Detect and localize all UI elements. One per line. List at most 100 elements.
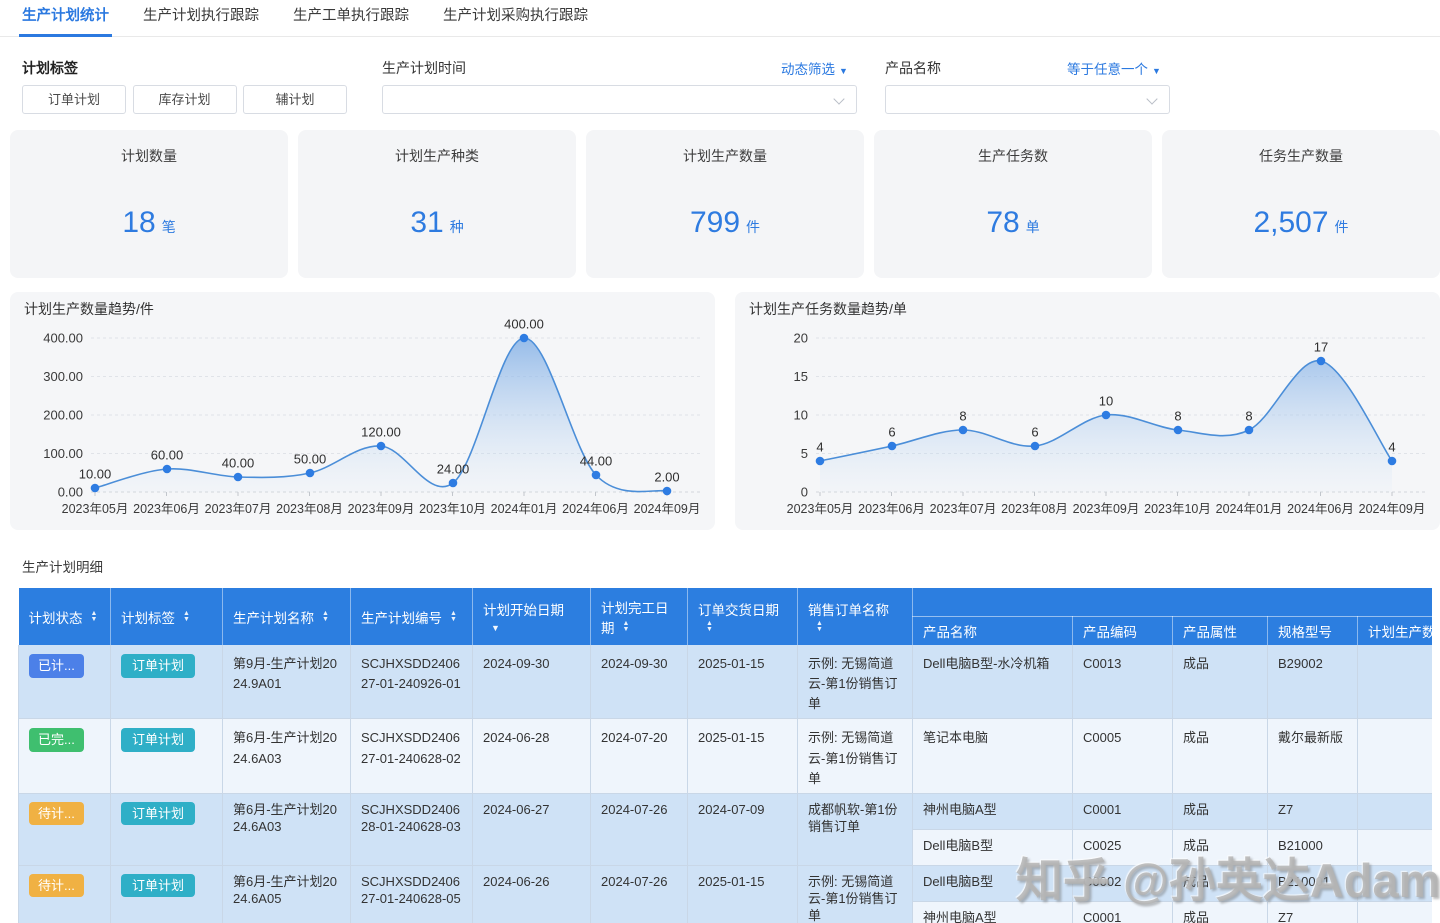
- plan-tag-button-1[interactable]: 库存计划: [132, 85, 237, 114]
- sub-col-header-1[interactable]: 产品编码: [1072, 616, 1173, 645]
- plan-code-cell: SCJHXSDD240628-01-240628-03: [350, 793, 473, 866]
- data-point-label: 8: [1245, 409, 1252, 424]
- plan-tag-cell: 订单计划: [110, 793, 223, 866]
- tab-3[interactable]: 生产计划采购执行跟踪: [443, 0, 588, 36]
- product-attr-cell: 成品: [1172, 645, 1268, 720]
- data-point: [162, 464, 172, 474]
- kpi-card-4: 任务生产数量 2,507 件: [1162, 130, 1440, 278]
- sort-icon[interactable]: ▲ ▼: [322, 610, 329, 623]
- product-filter-mode-link[interactable]: 等于任意一个 ▼: [1067, 58, 1161, 78]
- kpi-unit: 单: [1025, 219, 1040, 235]
- data-point: [1316, 356, 1326, 366]
- sort-desc-icon[interactable]: ▼: [491, 623, 500, 633]
- status-cell: 待计...: [18, 865, 111, 923]
- y-tick-label: 10: [794, 408, 808, 423]
- col-header-1[interactable]: 计划标签 ▲ ▼: [110, 588, 223, 645]
- plan-time-select[interactable]: [382, 85, 857, 114]
- kpi-value: 18 笔: [10, 206, 288, 240]
- plan-qty-cell: [1357, 865, 1432, 902]
- col-header-4[interactable]: 计划开始日期 ▼: [472, 588, 591, 645]
- product-code-cell: C0013: [1072, 645, 1173, 720]
- status-badge: 已完...: [29, 728, 84, 753]
- kpi-card-2: 计划生产数量 799 件: [586, 130, 864, 278]
- col-header-0[interactable]: 计划状态 ▲ ▼: [18, 588, 111, 645]
- time-filter-mode-link[interactable]: 动态筛选 ▼: [781, 58, 848, 78]
- y-tick-label: 5: [801, 446, 808, 461]
- data-point: [448, 478, 458, 488]
- col-header-5[interactable]: 计划完工日期 ▲ ▼: [590, 588, 688, 645]
- col-header-6[interactable]: 订单交货日期 ▲ ▼: [687, 588, 798, 645]
- x-tick-label: 2023年05月: [787, 502, 854, 516]
- product-code-cell: C0002: [1072, 865, 1173, 902]
- col-header-label: 生产计划名称: [233, 610, 314, 626]
- x-tick-label: 2024年01月: [491, 502, 558, 516]
- col-header-7[interactable]: 销售订单名称 ▲ ▼: [797, 588, 913, 645]
- product-name-cell: 神州电脑A型: [912, 901, 1073, 923]
- data-point-label: 6: [1031, 425, 1038, 440]
- col-header-3[interactable]: 生产计划编号 ▲ ▼: [350, 588, 473, 645]
- product-code-cell: C0025: [1072, 829, 1173, 866]
- data-point: [815, 456, 825, 466]
- sort-icon[interactable]: ▲ ▼: [816, 620, 823, 633]
- data-point-label: 50.00: [294, 452, 327, 467]
- data-point: [519, 333, 529, 343]
- sort-icon[interactable]: ▲ ▼: [91, 610, 98, 623]
- plan-tag-cell: 订单计划: [110, 865, 223, 923]
- data-point: [662, 486, 672, 496]
- tab-0[interactable]: 生产计划统计: [19, 0, 112, 37]
- plan-code-cell: SCJHXSDD240627-01-240628-02: [350, 718, 473, 794]
- sort-icon[interactable]: ▲ ▼: [450, 610, 457, 623]
- data-point-label: 400.00: [504, 317, 544, 332]
- plan-detail-table-wrap[interactable]: 计划状态 ▲ ▼ 计划标签 ▲ ▼ 生产计划名称 ▲ ▼ 生产计划编号 ▲ ▼ 计划开始日期▼ 计划完工日…: [18, 588, 1432, 923]
- plan-tag-button-0[interactable]: 订单计划: [22, 85, 126, 114]
- status-cell: 待计...: [18, 793, 111, 866]
- product-name-cell: Dell电脑B型: [912, 865, 1073, 902]
- data-point: [887, 441, 897, 451]
- product-spec-cell: B29002: [1267, 645, 1358, 720]
- plan-name-cell: 第6月-生产计划2024.6A05: [222, 865, 351, 923]
- sub-col-header-2[interactable]: 产品属性: [1172, 616, 1268, 645]
- sales-order-cell: 示例: 无锡简道云-第1份销售订单: [797, 718, 913, 794]
- tab-bar: 生产计划统计 生产计划执行跟踪 生产工单执行跟踪 生产计划采购执行跟踪: [0, 0, 1440, 37]
- plan-qty-cell: [1357, 645, 1432, 720]
- table-row[interactable]: 待计... 订单计划 第6月-生产计划2024.6A05 SCJHXSDD240627…: [18, 865, 1432, 923]
- x-tick-label: 2023年07月: [930, 502, 997, 516]
- product-attr-cell: 成品: [1172, 901, 1268, 923]
- kpi-value: 799 件: [586, 206, 864, 240]
- x-tick-label: 2023年09月: [348, 502, 415, 516]
- data-point-label: 40.00: [222, 456, 255, 471]
- x-tick-label: 2024年06月: [1287, 502, 1354, 516]
- table-row[interactable]: 待计... 订单计划 第6月-生产计划2024.6A03 SCJHXSDD240628…: [18, 793, 1432, 866]
- product-name-cell: 笔记本电脑: [912, 718, 1073, 794]
- x-tick-label: 2024年01月: [1216, 502, 1283, 516]
- sub-col-header-3[interactable]: 规格型号: [1267, 616, 1358, 645]
- product-name-select[interactable]: [885, 85, 1170, 114]
- data-point-label: 6: [888, 425, 895, 440]
- sort-icon[interactable]: ▲ ▼: [183, 610, 190, 623]
- kpi-unit: 件: [1334, 219, 1349, 235]
- kpi-number: 78: [986, 206, 1020, 239]
- chevron-down-icon: [833, 93, 845, 105]
- table-row[interactable]: 已完... 订单计划 第6月-生产计划2024.6A03 SCJHXSDD240627…: [18, 718, 1432, 794]
- data-point: [233, 472, 243, 482]
- plan-tag-button-2[interactable]: 辅计划: [243, 85, 347, 114]
- product-attr-cell: 成品: [1172, 718, 1268, 794]
- kpi-title: 计划数量: [121, 148, 177, 164]
- kpi-unit: 件: [746, 219, 761, 235]
- tab-2[interactable]: 生产工单执行跟踪: [293, 0, 409, 36]
- sort-icon[interactable]: ▲ ▼: [706, 620, 713, 633]
- table-row[interactable]: 已计... 订单计划 第9月-生产计划2024.9A01 SCJHXSDD240627…: [18, 645, 1432, 720]
- plan-tag-badge: 订单计划: [121, 873, 196, 898]
- caret-down-icon: ▼: [1152, 66, 1161, 76]
- kpi-number: 18: [122, 206, 156, 239]
- sub-col-header-4[interactable]: 计划生产数: [1357, 616, 1432, 645]
- sub-col-header-0[interactable]: 产品名称: [912, 616, 1073, 645]
- x-tick-label: 2024年09月: [1359, 502, 1426, 516]
- sort-icon[interactable]: ▲ ▼: [623, 620, 630, 633]
- tab-1[interactable]: 生产计划执行跟踪: [143, 0, 259, 36]
- kpi-value: 78 单: [874, 206, 1152, 240]
- data-point: [958, 425, 968, 435]
- col-header-2[interactable]: 生产计划名称 ▲ ▼: [222, 588, 351, 645]
- kpi-unit: 笔: [161, 219, 176, 235]
- kpi-title: 任务生产数量: [1259, 148, 1343, 164]
